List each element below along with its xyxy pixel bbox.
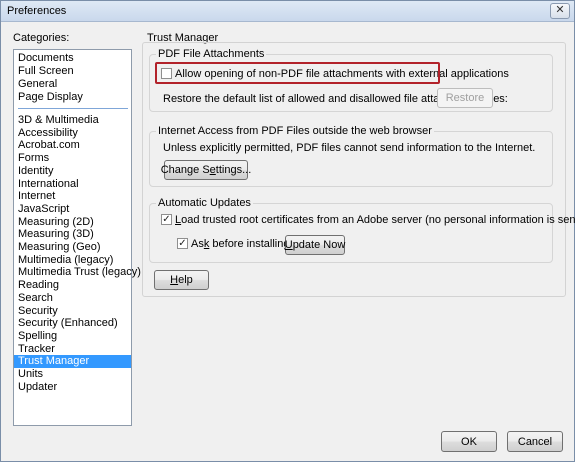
category-item-trust-manager[interactable]: Trust Manager <box>14 355 131 369</box>
category-item-page-display[interactable]: Page Display <box>14 91 131 104</box>
update-now-button[interactable]: Update Now <box>285 235 345 255</box>
category-item-measuring-geo[interactable]: Measuring (Geo) <box>14 241 131 254</box>
category-item-general[interactable]: General <box>14 78 131 91</box>
window-title: Preferences <box>7 5 67 17</box>
restore-button[interactable]: Restore <box>437 88 493 108</box>
category-item-javascript[interactable]: JavaScript <box>14 203 131 216</box>
category-item-updater[interactable]: Updater <box>14 381 131 394</box>
category-item-security[interactable]: Security <box>14 305 131 318</box>
category-item-3d-multimedia[interactable]: 3D & Multimedia <box>14 114 131 127</box>
close-button[interactable]: ✕ <box>550 3 570 19</box>
categories-label: Categories: <box>13 32 70 44</box>
cancel-button[interactable]: Cancel <box>507 431 563 452</box>
internet-access-title: Internet Access from PDF Files outside t… <box>156 125 434 137</box>
category-item-acrobat-com[interactable]: Acrobat.com <box>14 139 131 152</box>
category-item-identity[interactable]: Identity <box>14 165 131 178</box>
automatic-updates-group <box>149 203 553 263</box>
title-bar[interactable]: Preferences ✕ <box>1 1 574 22</box>
ask-before-installing-checkbox[interactable]: ✓ <box>177 238 188 249</box>
change-settings-button[interactable]: Change Settings... <box>161 160 251 180</box>
category-item-units[interactable]: Units <box>14 368 131 381</box>
categories-list[interactable]: Documents Full Screen General Page Display 3… <box>13 49 141 426</box>
category-item-reading[interactable]: Reading <box>14 279 131 292</box>
automatic-updates-title: Automatic Updates <box>156 197 253 209</box>
category-item-accessibility[interactable]: Accessibility <box>14 127 131 140</box>
close-icon: ✕ <box>555 4 565 16</box>
category-item-international[interactable]: International <box>14 178 131 191</box>
highlight-annotation <box>155 62 440 84</box>
category-item-measuring-3d[interactable]: Measuring (3D) <box>14 228 131 241</box>
category-item-tracker[interactable]: Tracker <box>14 343 131 356</box>
categories-separator <box>18 108 128 109</box>
load-certificates-label: Load trusted root certificates from an A… <box>175 214 575 226</box>
pdf-attachments-title: PDF File Attachments <box>156 48 267 60</box>
ok-button[interactable]: OK <box>441 431 497 452</box>
category-item-documents[interactable]: Documents <box>14 52 131 65</box>
category-item-multimedia-trust-legacy[interactable]: Multimedia Trust (legacy) <box>14 266 141 279</box>
category-item-multimedia-legacy[interactable]: Multimedia (legacy) <box>14 254 131 267</box>
internet-access-text: Unless explicitly permitted, PDF files c… <box>163 142 536 154</box>
category-item-security-enhanced[interactable]: Security (Enhanced) <box>14 317 131 330</box>
category-item-measuring-2d[interactable]: Measuring (2D) <box>14 216 131 229</box>
category-item-full-screen[interactable]: Full Screen <box>14 65 131 78</box>
category-item-search[interactable]: Search <box>14 292 131 305</box>
help-button[interactable]: Help <box>154 270 209 290</box>
load-certificates-checkbox[interactable]: ✓ <box>161 214 172 225</box>
preferences-window: Preferences ✕ Categories: Documents Full … <box>0 0 575 462</box>
category-item-spelling[interactable]: Spelling <box>14 330 131 343</box>
category-item-forms[interactable]: Forms <box>14 152 131 165</box>
ask-before-installing-label: Ask before installing <box>191 238 290 250</box>
category-item-internet[interactable]: Internet <box>14 190 131 203</box>
